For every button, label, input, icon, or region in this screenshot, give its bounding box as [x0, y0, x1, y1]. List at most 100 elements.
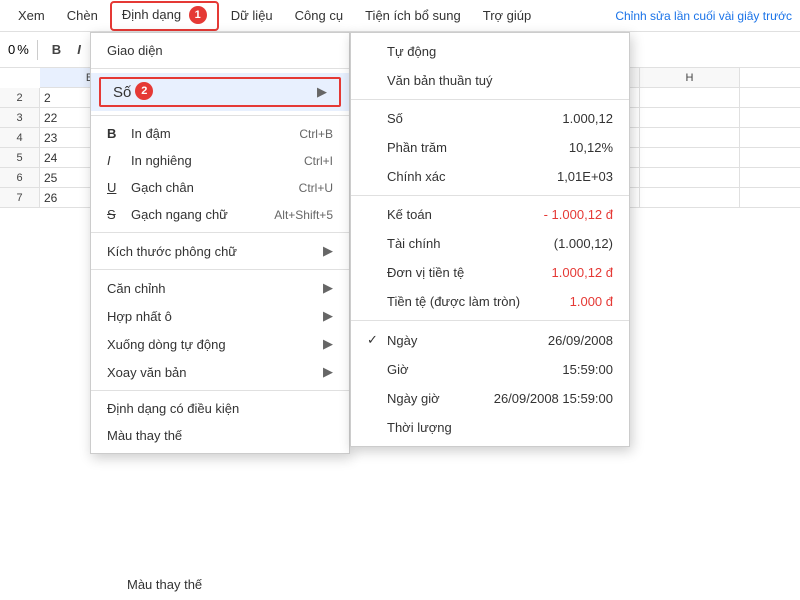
italic-button[interactable]: I [71, 40, 87, 59]
phan-tram-label: Phần trăm [387, 140, 447, 155]
cell[interactable] [640, 168, 740, 187]
bold-button[interactable]: B [46, 40, 67, 59]
chinh-xac-value: 1,01E+03 [537, 169, 613, 184]
menu-in-dam[interactable]: B In đậm Ctrl+B [91, 120, 349, 147]
sec-thoi-luong[interactable]: Thời lượng [351, 413, 629, 442]
ngay-gio-label: Ngày giờ [387, 391, 440, 406]
xoay-arrow: ▶ [323, 364, 333, 380]
sec-chinh-xac[interactable]: Chính xác 1,01E+03 [351, 162, 629, 191]
sec-so[interactable]: Số 1.000,12 [351, 104, 629, 133]
cell[interactable] [640, 88, 740, 107]
sec-tien-te-tron[interactable]: Tiền tệ (được làm tròn) 1.000 đ [351, 287, 629, 316]
don-vi-value: 1.000,12 đ [532, 265, 613, 280]
last-edit-link[interactable]: Chỉnh sửa lần cuối vài giây trước [615, 9, 792, 23]
don-vi-label: Đơn vị tiền tệ [387, 265, 464, 280]
row-num: 6 [0, 168, 40, 187]
can-chinh-arrow: ▶ [323, 280, 333, 296]
secondary-menu: Tự động Văn bản thuần tuý Số 1.000,12 Ph… [350, 32, 630, 447]
sec-phan-tram[interactable]: Phần trăm 10,12% [351, 133, 629, 162]
van-ban-label: Văn bản thuần tuý [387, 73, 493, 88]
menu-item-cong-cu[interactable]: Công cụ [285, 4, 353, 27]
menu-item-xem[interactable]: Xem [8, 4, 55, 27]
spreadsheet-background: Xem Chèn Định dạng 1 Dữ liệu Công cụ Tiệ… [0, 0, 800, 600]
check-icon: ✓ [367, 332, 387, 348]
tien-te-tron-value: 1.000 đ [550, 294, 613, 309]
menu-giao-dien[interactable]: Giao diện [91, 37, 349, 64]
gach-chan-label: Gạch chân [131, 180, 194, 195]
mau-thay-the-label: Màu thay thế [107, 428, 182, 443]
sec-don-vi[interactable]: Đơn vị tiền tệ 1.000,12 đ [351, 258, 629, 287]
sec-sep-1 [351, 99, 629, 100]
cell[interactable] [640, 148, 740, 167]
cell[interactable] [640, 188, 740, 207]
sec-ke-toan[interactable]: Kế toán - 1.000,12 đ [351, 200, 629, 229]
bottom-text: Màu thay thế [127, 577, 202, 592]
cell[interactable] [640, 108, 740, 127]
ngay-value: 26/09/2008 [528, 333, 613, 348]
sec-tai-chinh[interactable]: Tài chính (1.000,12) [351, 229, 629, 258]
sec-ngay-gio[interactable]: Ngày giờ 26/09/2008 15:59:00 [351, 384, 629, 413]
can-chinh-label: Căn chỉnh [107, 281, 166, 296]
menu-gach-chan[interactable]: U Gạch chân Ctrl+U [91, 174, 349, 201]
kich-thuoc-label: Kích thước phông chữ [107, 244, 237, 259]
sec-so-label: Số [387, 111, 403, 126]
row-num: 4 [0, 128, 40, 147]
menu-so[interactable]: Số 2 ▶ [91, 73, 349, 111]
tai-chinh-label: Tài chính [387, 236, 440, 251]
menu-xuong-dong[interactable]: Xuống dòng tự động ▶ [91, 330, 349, 358]
menu-in-nghieng[interactable]: I In nghiêng Ctrl+I [91, 147, 349, 174]
hop-nhat-arrow: ▶ [323, 308, 333, 324]
sec-gio[interactable]: Giờ 15:59:00 [351, 355, 629, 384]
cell[interactable] [640, 128, 740, 147]
menu-item-chen[interactable]: Chèn [57, 4, 108, 27]
toolbar-sep-1 [37, 40, 38, 60]
tien-te-tron-label: Tiền tệ (được làm tròn) [387, 294, 520, 309]
phan-tram-value: 10,12% [549, 140, 613, 155]
in-nghieng-shortcut: Ctrl+I [284, 154, 333, 168]
menu-xoay[interactable]: Xoay văn bản ▶ [91, 358, 349, 386]
gio-value: 15:59:00 [542, 362, 613, 377]
menu-can-chinh[interactable]: Căn chỉnh ▶ [91, 274, 349, 302]
sec-van-ban[interactable]: Văn bản thuần tuý [351, 66, 629, 95]
xoay-label: Xoay văn bản [107, 365, 187, 380]
bold-icon: B [107, 126, 125, 141]
menu-item-dinh-dang[interactable]: Định dạng 1 [110, 1, 219, 31]
menu-sep-1 [91, 68, 349, 69]
sec-sep-2 [351, 195, 629, 196]
badge-2: 2 [135, 82, 153, 100]
chinh-xac-label: Chính xác [387, 169, 446, 184]
menu-item-tien-ich[interactable]: Tiện ích bổ sung [355, 4, 471, 27]
primary-menu: Giao diện Số 2 ▶ B In đậm Ctrl+B I In ng… [90, 32, 350, 454]
xuong-dong-label: Xuống dòng tự động [107, 337, 226, 352]
sec-tu-dong[interactable]: Tự động [351, 37, 629, 66]
in-nghieng-label: In nghiêng [131, 153, 192, 168]
percent-box: 0 % [8, 42, 29, 57]
gio-label: Giờ [387, 362, 409, 377]
gach-chan-shortcut: Ctrl+U [279, 181, 333, 195]
row-num: 3 [0, 108, 40, 127]
row-num: 2 [0, 88, 40, 107]
menu-item-tro-giup[interactable]: Trợ giúp [473, 4, 542, 27]
percent-label: 0 [8, 42, 15, 57]
dinh-dang-co-label: Định dạng có điều kiện [107, 401, 239, 416]
menu-gach-ngang[interactable]: S Gạch ngang chữ Alt+Shift+5 [91, 201, 349, 228]
badge-1: 1 [189, 6, 207, 24]
sec-sep-3 [351, 320, 629, 321]
menu-kich-thuoc[interactable]: Kích thước phông chữ ▶ [91, 237, 349, 265]
ngay-label: Ngày [387, 333, 417, 348]
menu-mau-thay-the[interactable]: Màu thay thế [91, 422, 349, 449]
menu-hop-nhat[interactable]: Hợp nhất ô ▶ [91, 302, 349, 330]
strikethrough-icon: S [107, 207, 125, 222]
sec-ngay[interactable]: ✓ Ngày 26/09/2008 [351, 325, 629, 355]
in-dam-label: In đậm [131, 126, 171, 141]
tai-chinh-value: (1.000,12) [534, 236, 613, 251]
percent-sign: % [17, 42, 29, 57]
menu-sep-4 [91, 269, 349, 270]
gach-ngang-label: Gạch ngang chữ [131, 207, 228, 222]
menu-sep-2 [91, 115, 349, 116]
row-num: 7 [0, 188, 40, 207]
sec-so-value: 1.000,12 [542, 111, 613, 126]
menu-item-du-lieu[interactable]: Dữ liệu [221, 4, 283, 27]
menu-sep-5 [91, 390, 349, 391]
menu-dinh-dang-co[interactable]: Định dạng có điều kiện [91, 395, 349, 422]
